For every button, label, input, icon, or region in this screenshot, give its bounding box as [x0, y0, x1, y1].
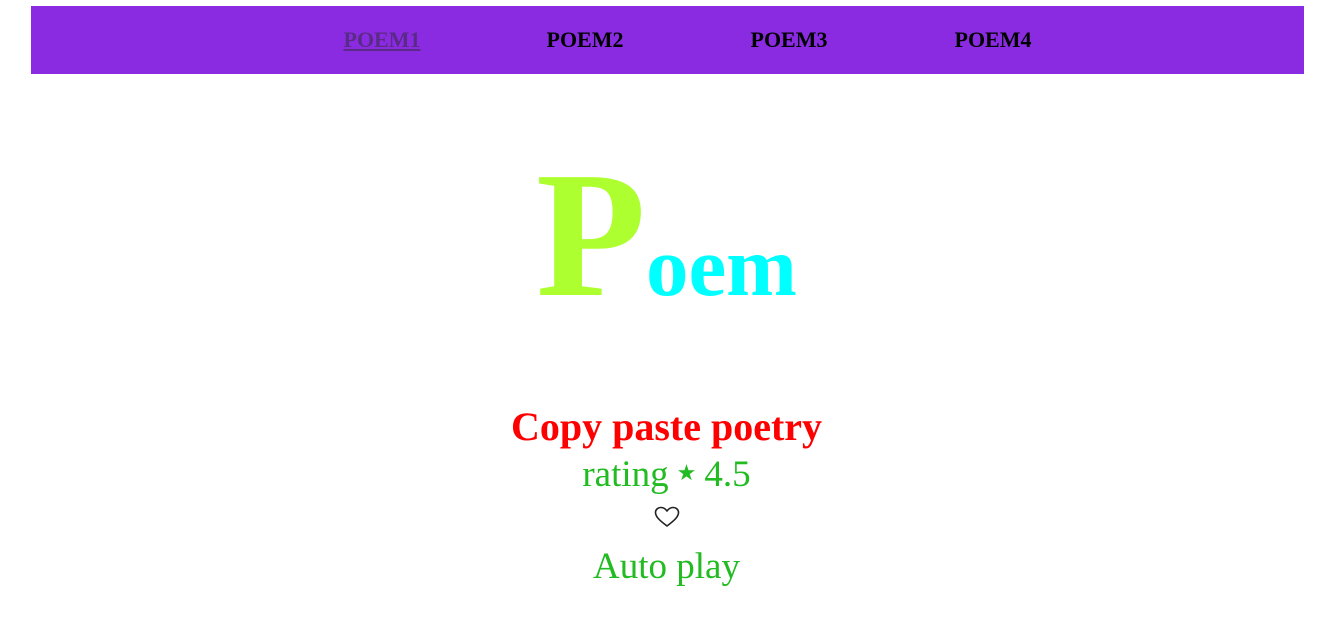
hero-title: Poem: [0, 145, 1333, 325]
hero-first-letter: P: [536, 135, 646, 334]
rating-label: rating: [582, 454, 669, 495]
autoplay-button[interactable]: Auto play: [0, 544, 1333, 590]
nav-link-poem4[interactable]: POEM4: [955, 6, 1032, 74]
nav-link-poem3[interactable]: POEM3: [751, 6, 828, 74]
nav-link-poem1[interactable]: POEM1: [344, 6, 421, 74]
favorite-container: [0, 506, 1333, 536]
heart-outline-icon[interactable]: [654, 506, 680, 528]
poem-subtitle: Copy paste poetry: [510, 404, 823, 449]
rating-value: 4.5: [704, 454, 751, 495]
star-icon: ★: [676, 460, 697, 485]
rating-line: rating ★ 4.5: [0, 450, 1333, 498]
nav-link-poem2[interactable]: POEM2: [547, 6, 624, 74]
hero-title-rest: oem: [645, 220, 797, 314]
top-navbar: POEM1 POEM2 POEM3 POEM4: [31, 6, 1304, 74]
